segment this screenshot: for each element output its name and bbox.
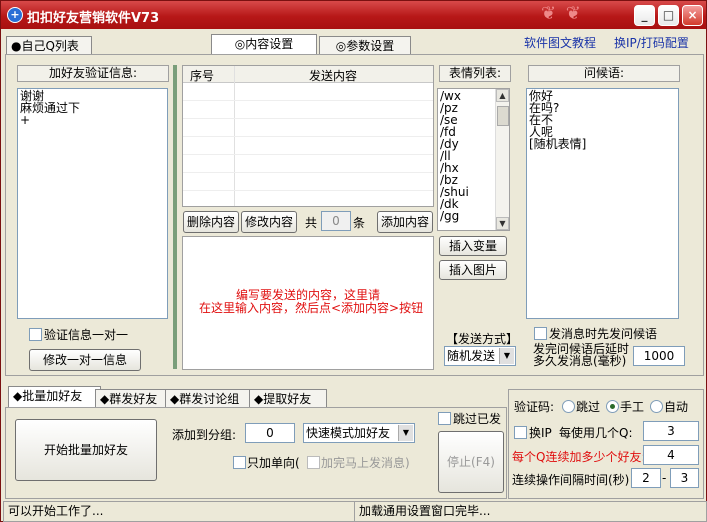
tab-param-settings[interactable]: ◎参数设置 <box>319 36 411 55</box>
tab-content-settings[interactable]: ◎内容设置 <box>211 34 317 55</box>
group-input[interactable]: 0 <box>245 423 295 443</box>
greeting-textarea[interactable]: 你好 在吗? 在不 人呢 [随机表情] <box>526 88 679 319</box>
table-header <box>183 66 433 83</box>
start-batch-button[interactable]: 开始批量加好友 <box>15 419 157 481</box>
captcha-manual-label: 手工 <box>620 400 645 414</box>
captcha-skip-radio[interactable] <box>562 400 575 413</box>
per-q-input[interactable]: 3 <box>643 421 699 441</box>
delay-label: 发完问候语后延时 多久发消息(毫秒) <box>533 343 629 367</box>
tutorial-link[interactable]: 软件图文教程 <box>524 34 596 51</box>
captcha-manual-radio[interactable] <box>606 400 619 413</box>
change-ip-checkbox[interactable] <box>514 426 527 439</box>
dropdown-arrow-icon[interactable]: ▼ <box>499 348 514 364</box>
hint-line-2: 在这里输入内容，然后点<添加内容>按钮 <box>199 301 424 315</box>
splitter[interactable] <box>173 65 177 369</box>
verify-textarea[interactable]: 谢谢 麻烦通过下 + <box>17 88 168 319</box>
scroll-down-icon[interactable]: ▼ <box>496 217 509 230</box>
per-q-friends-label: 每个Q连续加多少个好友: <box>512 450 646 464</box>
interval-from-input[interactable]: 2 <box>631 468 661 488</box>
delay-label-line2: 多久发消息(毫秒) <box>533 354 627 368</box>
title-bar: + 扣扣好友营销软件V73 ❦ ❦ _ □ × <box>1 1 706 29</box>
stop-button[interactable]: 停止(F4) <box>438 431 504 493</box>
group-label: 添加到分组: <box>172 428 237 442</box>
tab-self-q-list[interactable]: ●自己Q列表 <box>6 36 92 55</box>
scroll-up-icon[interactable]: ▲ <box>496 89 509 102</box>
interval-label: 连续操作间隔时间(秒) <box>512 473 630 487</box>
send-after-add-label: 加完马上发消息) <box>321 456 410 470</box>
greet-first-checkbox[interactable] <box>534 327 547 340</box>
captcha-auto-radio[interactable] <box>650 400 663 413</box>
row-line <box>183 118 433 119</box>
skip-sent-checkbox[interactable] <box>438 412 451 425</box>
switch-ip-link[interactable]: 换IP/打码配置 <box>614 34 689 51</box>
total-prefix: 共 <box>305 216 318 230</box>
app-icon: + <box>7 7 23 23</box>
delete-content-button[interactable]: 删除内容 <box>183 211 239 233</box>
emoji-items[interactable]: /wx/pz/se/fd/dy/ll/hx/bz/shui/dk/gg <box>438 89 492 228</box>
tab-extract-friends[interactable]: ◆提取好友 <box>249 389 327 408</box>
insert-image-button[interactable]: 插入图片 <box>439 260 507 280</box>
tab-mass-friends[interactable]: ◆群发好友 <box>95 389 171 408</box>
main-window: + 扣扣好友营销软件V73 ❦ ❦ _ □ × ●自己Q列表 ◎内容设置 ◎参数… <box>0 0 707 522</box>
one-to-one-label: 验证信息一对一 <box>44 328 129 342</box>
emoji-item[interactable]: /gg <box>440 210 490 222</box>
emoji-list[interactable]: /wx/pz/se/fd/dy/ll/hx/bz/shui/dk/gg ▲ ▼ <box>437 88 510 231</box>
interval-dash: - <box>662 471 667 485</box>
row-line <box>183 190 433 191</box>
content-table[interactable]: 序号 发送内容 <box>182 65 434 207</box>
send-after-add-checkbox[interactable] <box>307 456 320 469</box>
minimize-button[interactable]: _ <box>634 5 655 26</box>
send-mode-select[interactable]: 随机发送 ▼ <box>444 346 516 366</box>
verify-header: 加好友验证信息: <box>17 65 169 82</box>
col-content-header: 发送内容 <box>309 69 358 83</box>
delay-input[interactable]: 1000 <box>633 346 685 366</box>
add-content-button[interactable]: 添加内容 <box>377 211 433 233</box>
modify-content-button[interactable]: 修改内容 <box>241 211 297 233</box>
send-mode-value: 随机发送 <box>447 349 496 363</box>
per-q-friends-input[interactable]: 4 <box>643 445 699 465</box>
tab-mass-discussion[interactable]: ◆群发讨论组 <box>165 389 255 408</box>
emoji-scrollbar[interactable]: ▲ ▼ <box>495 89 509 230</box>
captcha-label: 验证码: <box>514 400 555 414</box>
tab-batch-add[interactable]: ◆批量加好友 <box>8 386 101 407</box>
single-direction-checkbox[interactable] <box>233 456 246 469</box>
insert-variable-button[interactable]: 插入变量 <box>439 236 507 256</box>
per-q-label: 每使用几个Q: <box>559 426 633 440</box>
row-line <box>183 100 433 101</box>
close-button[interactable]: × <box>682 5 703 26</box>
captcha-skip-label: 跳过 <box>576 400 601 414</box>
maximize-button[interactable]: □ <box>658 5 679 26</box>
window-title: 扣扣好友营销软件V73 <box>27 11 160 26</box>
status-left: 可以开始工作了... <box>3 501 355 522</box>
greet-first-label: 发消息时先发问候语 <box>549 327 658 341</box>
content-editor[interactable]: 编写要发送的内容，这里请 在这里输入内容，然后点<添加内容>按钮 <box>182 236 434 370</box>
greeting-header: 问候语: <box>528 65 680 82</box>
captcha-auto-label: 自动 <box>664 400 689 414</box>
title-decoration-icon: ❦ ❦ <box>541 3 583 24</box>
total-suffix: 条 <box>353 216 366 230</box>
content-count: 0 <box>321 211 351 231</box>
skip-sent-label: 跳过已发 <box>453 412 502 426</box>
row-line <box>183 154 433 155</box>
edit-one-to-one-button[interactable]: 修改一对一信息 <box>29 349 141 371</box>
add-mode-value: 快速模式加好友 <box>306 426 391 440</box>
single-direction-label: 只加单向( <box>247 456 300 470</box>
col-no-header: 序号 <box>190 69 215 83</box>
emoji-header: 表情列表: <box>439 65 511 82</box>
change-ip-label: 换IP <box>529 426 552 440</box>
row-line <box>183 136 433 137</box>
dropdown-arrow-icon[interactable]: ▼ <box>398 425 413 441</box>
status-right: 加载通用设置窗口完毕... <box>354 501 707 522</box>
one-to-one-checkbox[interactable] <box>29 328 42 341</box>
row-line <box>183 172 433 173</box>
scroll-thumb[interactable] <box>497 106 509 126</box>
send-mode-label: 【发送方式】 <box>446 332 519 346</box>
add-mode-select[interactable]: 快速模式加好友 ▼ <box>303 423 415 443</box>
interval-to-input[interactable]: 3 <box>670 468 699 488</box>
